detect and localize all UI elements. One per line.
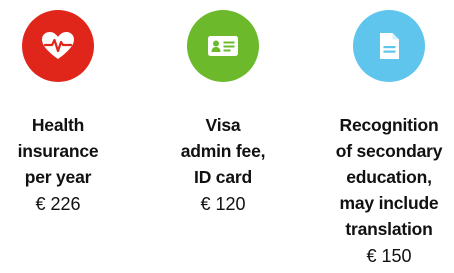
health-insurance-price: € 226 xyxy=(35,194,81,214)
label-line: of secondary xyxy=(335,141,443,161)
label-line: Recognition xyxy=(339,115,439,135)
label-line: admin fee, xyxy=(180,141,266,161)
cost-item-health-insurance: Health insurance per year € 226 xyxy=(0,10,128,216)
document-icon xyxy=(380,33,399,59)
label-line: education, xyxy=(346,167,432,187)
label-line: may include xyxy=(339,193,439,213)
label-line: per year xyxy=(24,167,92,187)
id-card-icon xyxy=(208,36,238,56)
cost-item-visa-fee: Visa admin fee, ID card € 120 xyxy=(153,10,293,216)
visa-icon-circle xyxy=(187,10,259,82)
health-icon-circle xyxy=(22,10,94,82)
visa-fee-label: Visa admin fee, ID card xyxy=(181,112,266,190)
visa-fee-price: € 120 xyxy=(200,194,246,214)
label-line: Visa xyxy=(205,115,241,135)
education-recognition-label: Recognition of secondary education, may … xyxy=(336,112,443,242)
education-icon-circle xyxy=(353,10,425,82)
heart-pulse-icon xyxy=(42,32,74,59)
label-line: ID card xyxy=(194,167,252,187)
label-line: translation xyxy=(345,219,433,239)
label-line: Health xyxy=(31,115,85,135)
cost-item-education-recognition: Recognition of secondary education, may … xyxy=(319,10,454,268)
health-insurance-label: Health insurance per year xyxy=(18,112,99,190)
label-line: insurance xyxy=(17,141,99,161)
education-recognition-price: € 150 xyxy=(366,246,412,266)
